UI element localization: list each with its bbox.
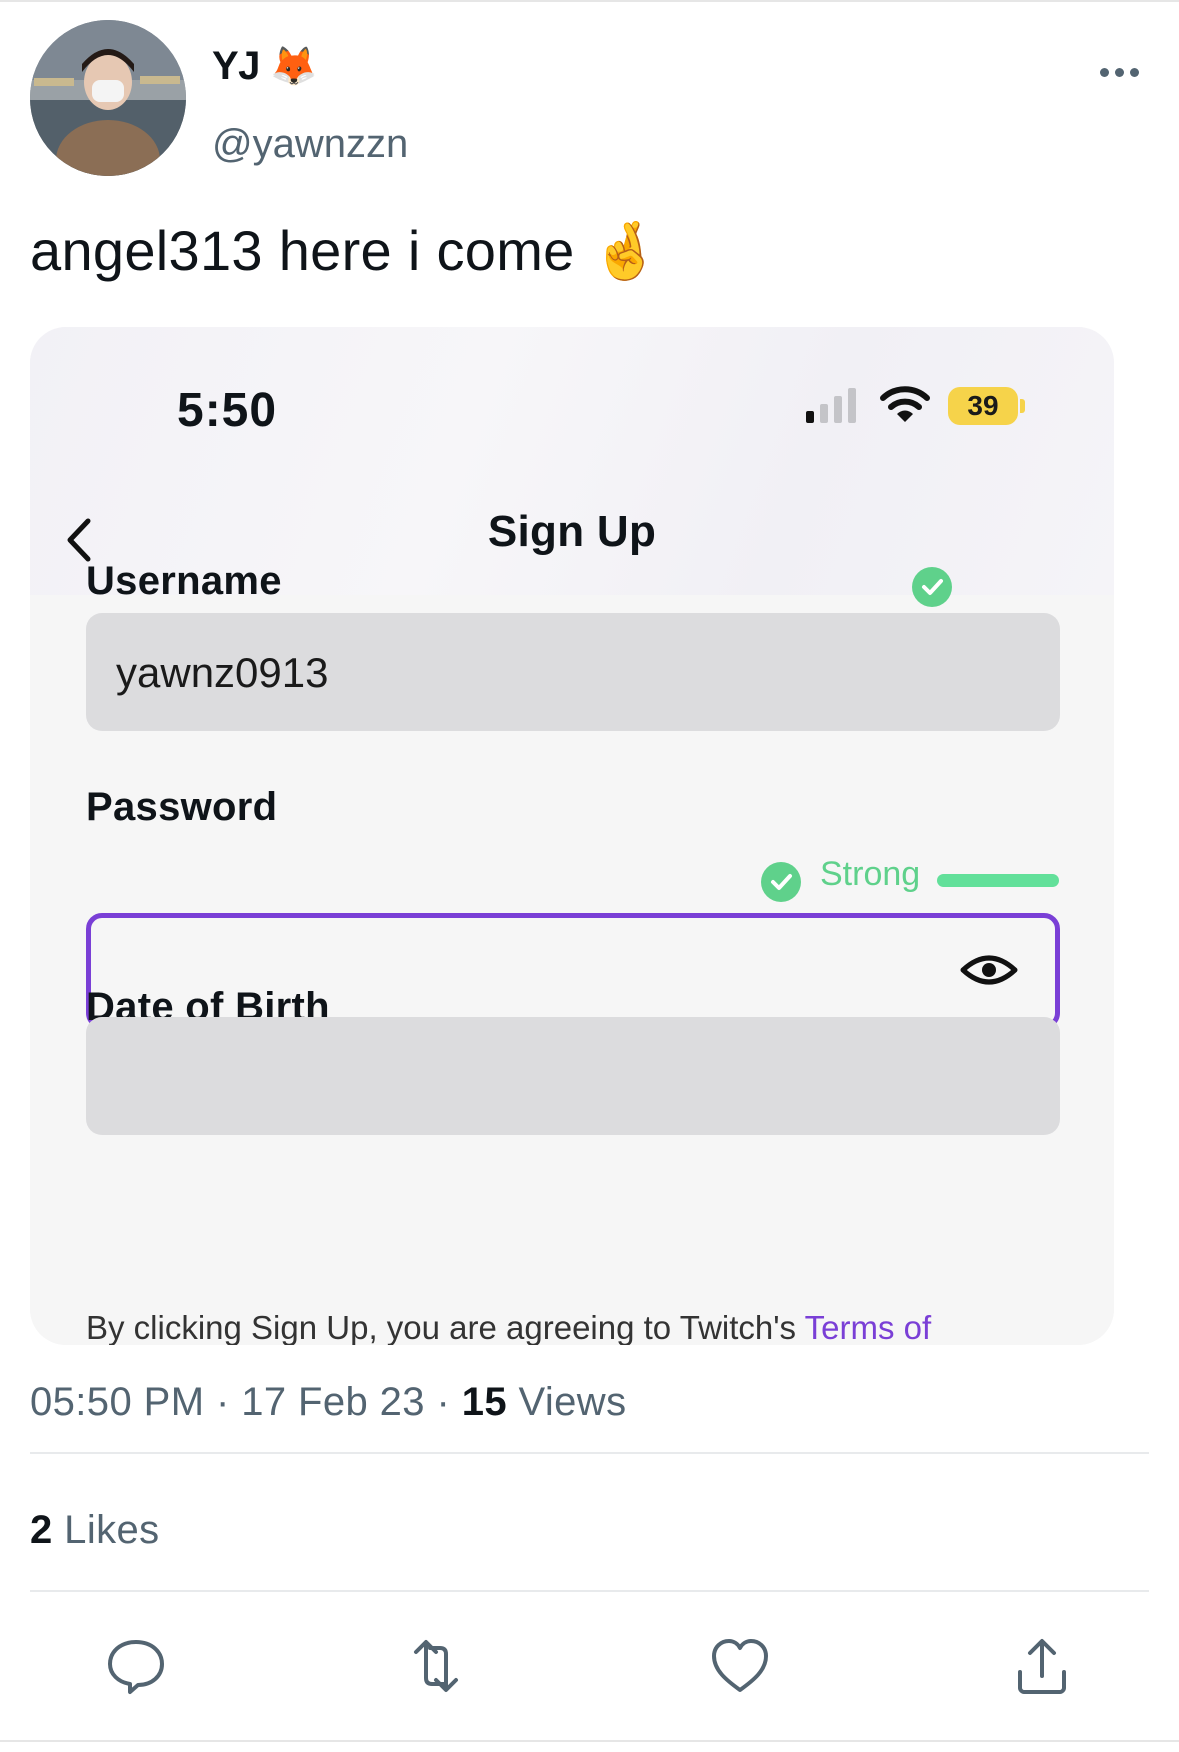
tweet-text: angel313 here i come 🤞	[30, 219, 661, 282]
meta-separator: ·	[436, 1380, 451, 1424]
signal-icon	[806, 388, 856, 423]
username-label: Username	[86, 559, 282, 603]
views-label: Views	[518, 1380, 627, 1424]
avatar[interactable]	[30, 20, 186, 176]
tweet-date[interactable]: 17 Feb 23	[241, 1380, 425, 1424]
terms-text: By clicking Sign Up, you are agreeing to…	[86, 1309, 931, 1345]
divider	[30, 1590, 1149, 1592]
bottom-divider	[0, 1740, 1179, 1742]
fox-emoji-icon: 🦊	[269, 45, 317, 88]
battery-tip	[1020, 399, 1025, 413]
divider	[30, 1452, 1149, 1454]
share-icon[interactable]	[1010, 1634, 1074, 1698]
author-handle[interactable]: @yawnzzn	[212, 122, 408, 167]
top-divider	[0, 0, 1179, 2]
author-name[interactable]: YJ 🦊	[212, 44, 317, 89]
tweet-media[interactable]: 5:50 39 Sign Up Username yawnz0913 Passw…	[30, 327, 1114, 1345]
check-circle-icon	[761, 862, 801, 902]
more-horizontal-icon[interactable]	[1092, 52, 1146, 92]
tweet-time[interactable]: 05:50 PM	[30, 1380, 204, 1424]
dob-field[interactable]	[86, 1017, 1060, 1135]
likes-label: Likes	[64, 1508, 160, 1552]
battery-indicator: 39	[948, 387, 1018, 425]
check-circle-icon	[912, 567, 952, 607]
author-name-text: YJ	[212, 44, 260, 88]
views-count: 15	[461, 1380, 507, 1424]
battery-level: 39	[967, 390, 999, 421]
status-clock: 5:50	[177, 384, 278, 437]
password-strength-label: Strong	[820, 855, 921, 893]
terms-body: By clicking Sign Up, you are agreeing to…	[86, 1309, 805, 1345]
username-value: yawnz0913	[116, 649, 329, 696]
screen-title: Sign Up	[487, 507, 657, 556]
tweet-timestamp: 05:50 PM · 17 Feb 23 · 15 Views	[30, 1380, 627, 1425]
retweet-icon[interactable]	[404, 1634, 468, 1698]
likes-row[interactable]: 2 Likes	[30, 1508, 160, 1553]
eye-icon[interactable]	[960, 945, 1018, 995]
password-label: Password	[86, 785, 278, 829]
wifi-icon	[880, 386, 930, 422]
username-field[interactable]: yawnz0913	[86, 613, 1060, 731]
password-strength-bar	[937, 874, 1059, 887]
meta-separator: ·	[215, 1380, 230, 1424]
terms-link[interactable]: Terms of	[805, 1309, 932, 1345]
reply-icon[interactable]	[104, 1634, 168, 1698]
likes-count: 2	[30, 1508, 53, 1552]
heart-icon[interactable]	[708, 1634, 772, 1698]
